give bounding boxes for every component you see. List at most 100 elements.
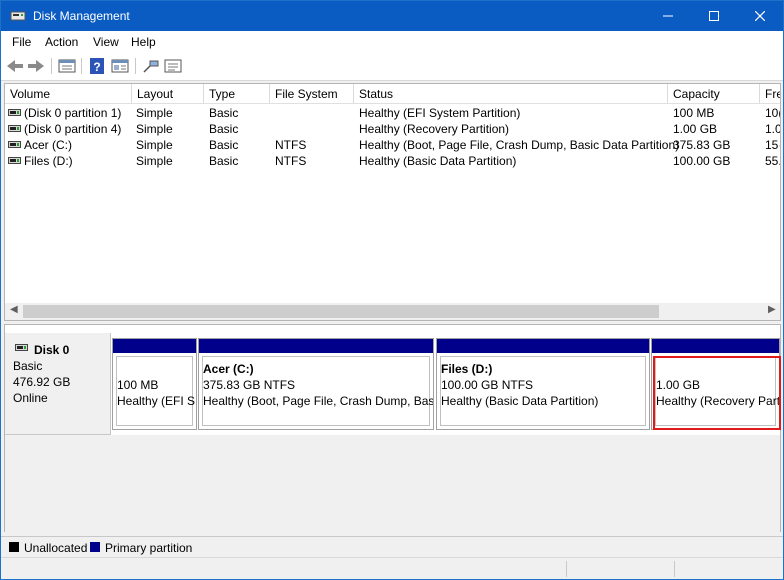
title-bar[interactable]: Disk Management: [1, 1, 783, 31]
window-title: Disk Management: [33, 9, 130, 23]
column-header-free-space[interactable]: Fre: [760, 84, 780, 103]
primary-partition-swatch: [90, 542, 100, 552]
cell-type: Basic: [209, 154, 239, 168]
help-icon: ?: [90, 58, 104, 74]
connect-button[interactable]: [141, 57, 161, 75]
cell-free-space: 15·: [765, 138, 781, 152]
cell-capacity: 100 MB: [673, 106, 715, 120]
cell-status: Healthy (Recovery Partition): [359, 122, 510, 136]
disk-name: Disk 0: [34, 343, 70, 357]
cell-volume: (Disk 0 partition 1): [24, 106, 122, 120]
help-button[interactable]: ?: [87, 57, 107, 75]
maximize-button[interactable]: [691, 1, 737, 31]
partition-name: Acer (C:): [203, 362, 254, 376]
connect-icon: [143, 60, 159, 73]
help-topics-icon: [111, 59, 129, 73]
table-row[interactable]: Acer (C:) Simple Basic NTFS Healthy (Boo…: [5, 137, 781, 153]
toolbar-separator: [51, 58, 52, 74]
volume-list-header: Volume Layout Type File System Status Ca…: [5, 84, 780, 104]
disk-management-window: Disk Management File Action View Help ?: [0, 0, 784, 580]
partition-size: 375.83 GB NTFS: [203, 378, 296, 392]
disk-management-icon: [10, 11, 26, 21]
volume-icon: [8, 125, 21, 132]
cell-volume: (Disk 0 partition 4): [24, 122, 122, 136]
volume-icon: [8, 109, 21, 116]
partition-size: 100 MB: [117, 378, 159, 392]
volume-icon: [8, 141, 21, 148]
menu-file[interactable]: File: [12, 35, 31, 49]
partition-status: Healthy (Boot, Page File, Crash Dump, Ba…: [203, 394, 434, 408]
menu-action[interactable]: Action: [45, 35, 78, 49]
back-arrow-icon: [7, 60, 23, 72]
close-button[interactable]: [737, 1, 783, 31]
cell-file-system: NTFS: [275, 154, 307, 168]
cell-status: Healthy (Basic Data Partition): [359, 154, 517, 168]
menu-view[interactable]: View: [93, 35, 119, 49]
cell-file-system: NTFS: [275, 138, 307, 152]
unallocated-swatch: [9, 542, 19, 552]
status-pane-divider: [674, 561, 675, 577]
status-pane-divider: [566, 561, 567, 577]
disk-graphical-view: Disk 0 Basic 476.92 GB Online 100 MB Hea…: [4, 324, 781, 532]
cell-capacity: 100.00 GB: [673, 154, 731, 168]
cell-capacity: 1.00 GB: [673, 122, 718, 136]
column-header-file-system[interactable]: File System: [270, 84, 354, 103]
status-bar: [1, 557, 783, 579]
legend: Unallocated Primary partition: [1, 536, 783, 556]
cell-type: Basic: [209, 122, 239, 136]
cell-free-space: 55.: [765, 154, 781, 168]
partition-stripe: [113, 339, 196, 353]
properties-button[interactable]: [57, 57, 77, 75]
cell-volume: Acer (C:): [24, 138, 72, 152]
toolbar: ?: [1, 53, 783, 81]
scroll-right-icon[interactable]: ▶: [768, 304, 776, 315]
scrollbar-thumb[interactable]: [23, 305, 659, 318]
cell-layout: Simple: [136, 138, 173, 152]
cell-layout: Simple: [136, 106, 173, 120]
legend-unallocated: Unallocated: [24, 541, 88, 555]
cell-status: Healthy (EFI System Partition): [359, 106, 521, 120]
minimize-icon: [663, 15, 673, 17]
toolbar-separator: [135, 58, 136, 74]
help-topics-button[interactable]: [110, 57, 130, 75]
partition-stripe: [437, 339, 649, 353]
partition-size: 100.00 GB NTFS: [441, 378, 534, 392]
column-header-volume[interactable]: Volume: [5, 84, 132, 103]
list-button[interactable]: [163, 57, 183, 75]
forward-button[interactable]: [26, 57, 46, 75]
cell-capacity: 375.83 GB: [673, 138, 731, 152]
cell-free-space: 10(: [765, 106, 781, 120]
back-button[interactable]: [5, 57, 25, 75]
column-header-type[interactable]: Type: [204, 84, 270, 103]
scroll-left-icon[interactable]: ◀: [10, 304, 18, 315]
table-row[interactable]: Files (D:) Simple Basic NTFS Healthy (Ba…: [5, 153, 781, 169]
disk-icon: [15, 344, 28, 351]
menu-help[interactable]: Help: [131, 35, 156, 49]
cell-layout: Simple: [136, 154, 173, 168]
partition-files-d[interactable]: Files (D:) 100.00 GB NTFS Healthy (Basic…: [436, 338, 650, 430]
disk-size: 476.92 GB: [13, 375, 71, 389]
cell-layout: Simple: [136, 122, 173, 136]
table-row[interactable]: (Disk 0 partition 4) Simple Basic Health…: [5, 121, 781, 137]
maximize-icon: [709, 11, 719, 21]
recovery-partition-highlight: [653, 356, 781, 430]
partition-name: Files (D:): [441, 362, 493, 376]
partition-stripe: [199, 339, 433, 353]
minimize-button[interactable]: [645, 1, 691, 31]
horizontal-scrollbar[interactable]: ◀ ▶: [5, 303, 780, 320]
close-icon: [755, 11, 765, 21]
svg-text:?: ?: [93, 60, 100, 74]
column-header-status[interactable]: Status: [354, 84, 668, 103]
partition-acer-c[interactable]: Acer (C:) 375.83 GB NTFS Healthy (Boot, …: [198, 338, 434, 430]
volume-list[interactable]: Volume Layout Type File System Status Ca…: [4, 83, 781, 321]
table-row[interactable]: (Disk 0 partition 1) Simple Basic Health…: [5, 105, 781, 121]
cell-volume: Files (D:): [24, 154, 73, 168]
column-header-layout[interactable]: Layout: [132, 84, 204, 103]
forward-arrow-icon: [28, 60, 44, 72]
partition-efi[interactable]: 100 MB Healthy (EFI S: [112, 338, 197, 430]
volume-icon: [8, 157, 21, 164]
disk-0-label[interactable]: Disk 0 Basic 476.92 GB Online: [5, 333, 111, 435]
cell-free-space: 1.0: [765, 122, 781, 136]
menu-bar: File Action View Help: [1, 31, 783, 53]
column-header-capacity[interactable]: Capacity: [668, 84, 760, 103]
